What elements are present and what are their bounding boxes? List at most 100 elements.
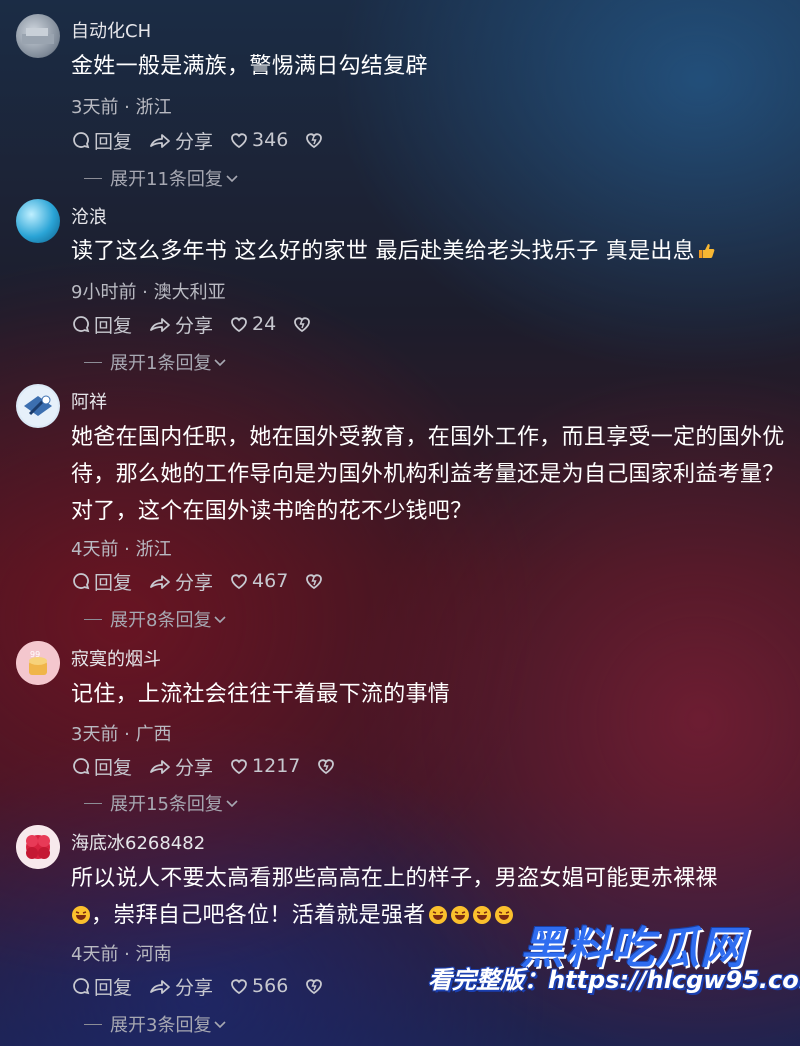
share-button[interactable]: 分享 (148, 753, 213, 780)
laughing-emoji (494, 906, 513, 924)
expand-replies-button[interactable]: 展开8条回复 (84, 607, 227, 631)
avatar[interactable] (16, 14, 60, 58)
comment-meta: 9小时前 · 澳大利亚 (71, 282, 226, 303)
comment-text: 金姓一般是满族，警惕满日勾结复辟 (71, 54, 428, 79)
share-icon (150, 980, 170, 994)
heart-icon (231, 979, 247, 995)
divider-line (84, 618, 102, 620)
share-button[interactable]: 分享 (148, 568, 213, 595)
comment-text-content: 读了这么多年书 这么好的家世 最后赴美给老头找乐子 真是出息 (71, 239, 695, 264)
laughing-emoji (72, 906, 90, 924)
like-count: 24 (252, 313, 277, 335)
avatar[interactable]: 99 (16, 641, 60, 685)
share-icon (150, 134, 170, 148)
comment-text: 她爸在国内任职，她在国外受教育，在国外工作，而且享受一定的国外优待，那么她的工作… (71, 425, 785, 524)
comment-actions: 回复 分享 1217 (71, 752, 355, 780)
comment-text-line1: 所以说人不要太高看那些高高在上的样子，男盗女娼可能更赤裸裸 (71, 866, 718, 891)
expand-replies-button[interactable]: 展开1条回复 (84, 350, 227, 374)
comment-username[interactable]: 沧浪 (71, 203, 107, 229)
reply-button[interactable]: 回复 (71, 973, 132, 1000)
reply-button[interactable]: 回复 (71, 311, 132, 338)
comment-actions: 回复 分享 566 (71, 972, 343, 1000)
like-button[interactable]: 1217 (229, 755, 300, 777)
share-label: 分享 (175, 571, 214, 594)
comment-meta: 4天前 · 浙江 (71, 539, 172, 560)
heart-icon (231, 574, 247, 590)
like-button[interactable]: 346 (229, 129, 288, 151)
chevron-down-icon (226, 175, 238, 183)
reply-button[interactable]: 回复 (71, 127, 132, 154)
share-label: 分享 (175, 314, 214, 337)
comment-username[interactable]: 自动化CH (71, 17, 151, 43)
comment-text-line2: ，崇拜自己吧各位！活着就是强者 (91, 903, 426, 928)
laughing-emoji (450, 906, 469, 924)
divider-line (84, 177, 102, 179)
share-button[interactable]: 分享 (148, 127, 213, 154)
avatar[interactable] (16, 825, 60, 869)
dislike-icon (306, 574, 323, 590)
reply-button[interactable]: 回复 (71, 568, 132, 595)
laughing-emoji (472, 906, 491, 924)
dislike-icon (318, 759, 335, 775)
like-button[interactable]: 467 (229, 570, 288, 592)
comment-text: 读了这么多年书 这么好的家世 最后赴美给老头找乐子 真是出息 (71, 233, 791, 270)
reply-button[interactable]: 回复 (71, 753, 132, 780)
expand-label: 展开15条回复 (110, 794, 223, 815)
like-button[interactable]: 24 (229, 313, 276, 335)
reply-label: 回复 (94, 314, 133, 337)
reply-label: 回复 (94, 756, 133, 779)
comment-icon (73, 573, 90, 590)
share-icon (150, 575, 170, 589)
like-count: 346 (252, 129, 289, 151)
laughing-emoji (428, 906, 447, 924)
dislike-button[interactable] (292, 314, 315, 334)
comment-text: 记住，上流社会往往干着最下流的事情 (71, 682, 451, 707)
divider-line (84, 802, 102, 804)
expand-replies-button[interactable]: 展开3条回复 (84, 1012, 227, 1036)
expand-replies-button[interactable]: 展开11条回复 (84, 166, 239, 190)
comment-username[interactable]: 阿祥 (71, 388, 107, 414)
reply-label: 回复 (94, 976, 133, 999)
divider-line (84, 361, 102, 363)
dislike-button[interactable] (304, 130, 327, 150)
reply-label: 回复 (94, 130, 133, 153)
heart-icon (231, 133, 247, 149)
comment-icon (73, 758, 90, 775)
chevron-down-icon (226, 800, 238, 808)
comment-username[interactable]: 寂寞的烟斗 (71, 645, 161, 671)
comment-meta: 3天前 · 广西 (71, 724, 172, 745)
chevron-down-icon (214, 616, 227, 624)
expand-label: 展开11条回复 (110, 169, 223, 190)
comment-actions: 回复 分享 24 (71, 310, 331, 338)
share-button[interactable]: 分享 (148, 973, 213, 1000)
like-button[interactable]: 566 (229, 975, 288, 997)
comment-actions: 回复 分享 346 (71, 126, 343, 154)
expand-label: 展开1条回复 (110, 353, 212, 374)
thumbs-up-emoji (698, 244, 715, 258)
comment-icon (73, 132, 90, 149)
dislike-button[interactable] (316, 756, 339, 776)
chevron-down-icon (214, 359, 227, 367)
share-icon (150, 760, 170, 774)
dislike-button[interactable] (304, 571, 327, 591)
like-count: 1217 (252, 755, 301, 777)
avatar[interactable] (16, 199, 60, 243)
share-label: 分享 (175, 756, 214, 779)
dislike-icon (306, 979, 323, 995)
comment-actions: 回复 分享 467 (71, 567, 343, 595)
dislike-icon (306, 133, 323, 149)
dislike-button[interactable] (304, 976, 327, 996)
dislike-icon (294, 317, 311, 333)
share-button[interactable]: 分享 (148, 311, 213, 338)
share-label: 分享 (175, 130, 214, 153)
comment-icon (73, 316, 90, 333)
expand-label: 展开8条回复 (110, 610, 212, 631)
comment-username[interactable]: 海底冰6268482 (71, 829, 205, 855)
avatar[interactable] (16, 384, 60, 428)
comment-meta: 4天前 · 河南 (71, 944, 172, 965)
expand-label: 展开3条回复 (110, 1015, 212, 1036)
watermark-url[interactable]: 看完整版：https://hlcgw95.com (428, 960, 800, 995)
heart-icon (231, 759, 247, 775)
expand-replies-button[interactable]: 展开15条回复 (84, 791, 239, 815)
comment-icon (73, 978, 90, 995)
